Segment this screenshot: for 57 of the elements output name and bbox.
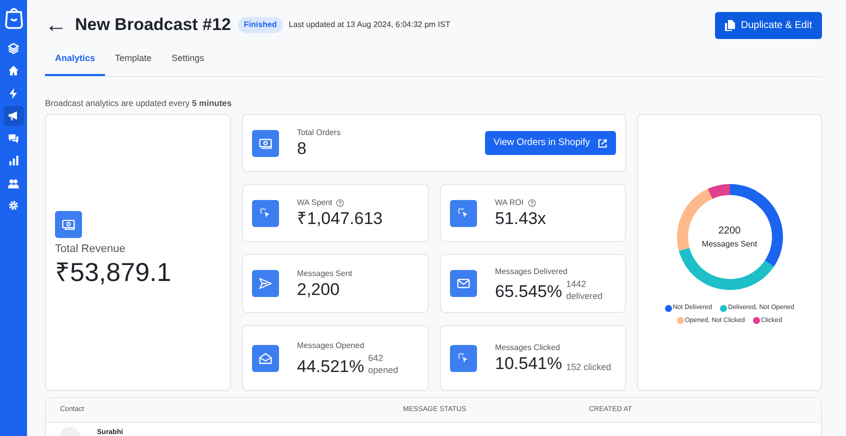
donut-total: 2200	[717, 224, 742, 239]
copy-icon	[724, 20, 735, 30]
open-envelope-icon	[252, 344, 279, 372]
bar-chart-icon	[8, 155, 19, 166]
view-orders-button[interactable]: View Orders in Shopify	[484, 131, 616, 156]
metric-value: ₹1,047.613	[297, 209, 383, 230]
metric-label: Messages Sent	[297, 268, 352, 280]
legend-dot	[720, 304, 728, 312]
metric-label: Total Orders	[297, 127, 341, 140]
metric-value: 44.521%	[297, 356, 364, 376]
back-button[interactable]: ←	[45, 14, 67, 36]
status-badge: Finished	[238, 17, 283, 33]
chat-icon	[8, 132, 19, 144]
metric-note: 642 opened	[368, 352, 400, 376]
cursor-click-icon	[450, 200, 477, 227]
donut-caption: Messages Sent	[702, 238, 758, 251]
legend-dot	[664, 304, 672, 312]
metric-label: Total Revenue	[55, 242, 126, 258]
metric-label: Messages Opened	[297, 340, 364, 352]
legend-dot	[676, 317, 684, 324]
last-updated-text: Last updated at 13 Aug 2024, 6:04:32 pm IST	[288, 19, 450, 31]
external-link-icon	[598, 138, 607, 148]
tab[interactable]: Template	[105, 46, 162, 76]
layers-icon	[8, 42, 19, 54]
metric-value: ₹53,879.1	[55, 258, 172, 286]
home-icon	[8, 65, 19, 76]
metric-label: WA ROI	[495, 197, 524, 210]
megaphone-icon	[8, 110, 19, 121]
metric-label: Messages Delivered	[495, 266, 568, 278]
metric-value: 2,200	[297, 280, 340, 300]
metric-label: WA Spent	[297, 197, 332, 210]
tab[interactable]: Settings	[162, 46, 214, 76]
duplicate-edit-button[interactable]: Duplicate & Edit	[714, 12, 822, 38]
money-icon	[55, 211, 82, 238]
metric-value: 51.43x	[495, 209, 546, 230]
help-icon[interactable]	[528, 199, 536, 208]
legend-dot	[752, 317, 760, 324]
money-icon	[252, 130, 279, 157]
metric-value: 8	[297, 139, 308, 160]
metric-value: 65.545%	[495, 282, 562, 302]
metric-note: 152 clicked	[566, 360, 612, 374]
page-title: New Broadcast #12	[75, 14, 231, 36]
metric-label: Messages Clicked	[495, 342, 560, 354]
help-icon[interactable]	[336, 199, 344, 208]
mail-icon	[450, 270, 477, 298]
sidebar-item[interactable]	[4, 106, 24, 126]
lightning-icon	[8, 88, 19, 98]
tab[interactable]: Analytics	[45, 46, 106, 76]
send-icon	[252, 270, 279, 298]
metric-note: 1442 delivered	[566, 278, 604, 302]
info-text: Broadcast analytics are updated every 5 minutes	[45, 96, 233, 110]
settings-icon	[8, 200, 19, 211]
metric-value: 10.541%	[495, 354, 562, 374]
cursor-click-icon	[450, 344, 477, 372]
users-icon	[8, 178, 19, 188]
logo-icon[interactable]	[4, 6, 24, 30]
cursor-click-icon	[252, 200, 279, 227]
